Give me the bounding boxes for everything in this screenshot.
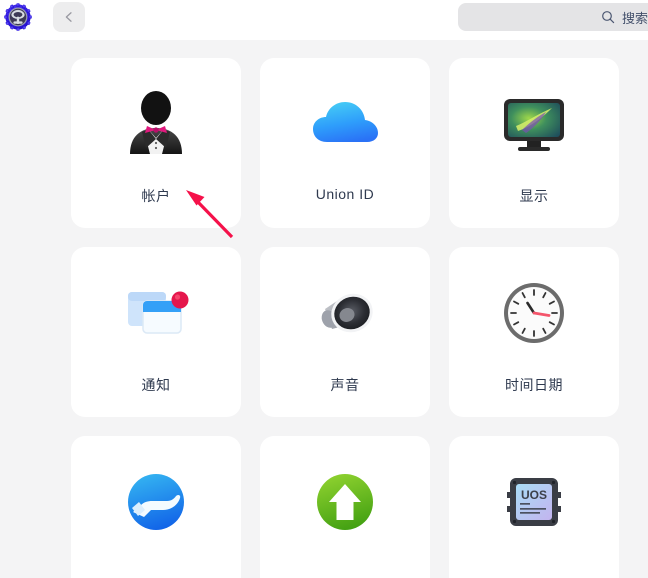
module-card-update[interactable] — [260, 436, 430, 578]
speaker-sound-icon — [305, 273, 385, 353]
module-row: 通知 声音 时间日期 — [0, 247, 648, 417]
settings-module-grid: 帐户 Union ID 显示 通知 声音 时间日期 UOS — [0, 40, 648, 578]
uos-chip-icon: UOS — [494, 462, 574, 542]
module-card-time-date[interactable]: 时间日期 — [449, 247, 619, 417]
clock-time-date-icon — [494, 273, 574, 353]
module-card-label: 声音 — [330, 377, 360, 393]
module-card-label: 帐户 — [141, 188, 171, 204]
chevron-left-icon — [62, 10, 76, 24]
search-placeholder: 搜索 — [622, 10, 648, 26]
open-hand-circle-icon — [116, 462, 196, 542]
module-row: UOS — [0, 436, 648, 578]
module-card-display[interactable]: 显示 — [449, 58, 619, 228]
search-icon — [601, 10, 615, 24]
module-card-system-info[interactable]: UOS — [449, 436, 619, 578]
cloud-icon — [305, 84, 385, 164]
control-center-window: 搜索 帐户 Union ID 显示 通知 声音 时间日期 UOS — [0, 0, 648, 578]
module-card-sound[interactable]: 声音 — [260, 247, 430, 417]
module-card-notification[interactable]: 通知 — [71, 247, 241, 417]
module-row: 帐户 Union ID 显示 — [0, 58, 648, 228]
notification-windows-icon — [116, 273, 196, 353]
module-card-union-id[interactable]: Union ID — [260, 58, 430, 228]
module-card-label: 显示 — [519, 188, 549, 204]
module-card-label: 时间日期 — [505, 377, 563, 393]
control-center-gear-logo-icon — [4, 3, 32, 31]
module-card-label: 通知 — [141, 377, 171, 393]
svg-text:UOS: UOS — [521, 488, 547, 502]
user-avatar-icon — [116, 84, 196, 164]
module-card-account[interactable]: 帐户 — [71, 58, 241, 228]
module-card-accessibility[interactable] — [71, 436, 241, 578]
search-input[interactable]: 搜索 — [458, 3, 648, 31]
back-button[interactable] — [53, 2, 85, 32]
up-arrow-circle-icon — [305, 462, 385, 542]
titlebar: 搜索 — [0, 0, 648, 40]
module-card-label: Union ID — [315, 186, 375, 202]
monitor-display-icon — [494, 84, 574, 164]
